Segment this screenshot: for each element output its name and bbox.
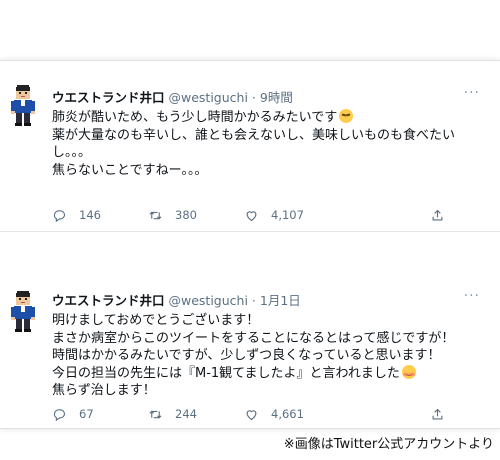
- retweet-count: 244: [175, 407, 197, 421]
- like-button[interactable]: 4,661: [244, 405, 304, 423]
- reply-count: 146: [79, 208, 101, 222]
- pensive-face-icon: [339, 109, 354, 123]
- tweet-text: 肺炎が酷いため、もう少し時間かかるみたいです 薬が大量なのも辛いし、誰とも会えな…: [52, 109, 482, 179]
- tweet-line: 薬が大量なのも辛いし、誰とも会えないし、美味しいものも食べたい: [52, 127, 456, 143]
- like-button[interactable]: 4,107: [244, 206, 304, 224]
- tweet-line: 焦らず治します！: [52, 383, 156, 398]
- reply-button[interactable]: 67: [52, 405, 94, 423]
- separator: ·: [251, 90, 256, 105]
- tweet-line: し。。。: [52, 145, 92, 160]
- retweet-icon: [149, 211, 162, 219]
- smiling-face-with-blush-icon: [401, 364, 416, 379]
- reply-icon: [53, 209, 66, 222]
- tweet-line: 肺炎が酷いため、もう少し時間かかるみたいです: [52, 110, 338, 125]
- tweet-text: 明けましておめでとうございます！ まさか病室からこのツイートをすることになるとは…: [52, 312, 482, 400]
- reply-button[interactable]: 146: [52, 206, 101, 224]
- tweet-line: 明けましておめでとうございます！: [52, 313, 260, 328]
- display-name[interactable]: ウエストランド井口: [52, 90, 165, 105]
- handle[interactable]: @westiguchi: [169, 293, 248, 308]
- tweet-feed: ウエストランド井口 @westiguchi · 9時間 ··· 肺炎が酷いため、…: [0, 60, 500, 429]
- separator: ·: [251, 293, 256, 308]
- handle[interactable]: @westiguchi: [169, 90, 248, 105]
- reply-icon: [53, 408, 66, 421]
- more-options-icon[interactable]: ···: [464, 85, 480, 101]
- retweet-button[interactable]: 380: [148, 206, 197, 224]
- tweet-header: ウエストランド井口 @westiguchi · 9時間: [52, 87, 293, 105]
- tweet-line: 時間はかかるみたいですが、少しずつ良くなっていると思います！: [52, 348, 441, 363]
- tweet-header: ウエストランド井口 @westiguchi · 1月1日: [52, 290, 301, 308]
- share-button[interactable]: [430, 206, 457, 224]
- heart-icon: [246, 210, 257, 221]
- heart-icon: [246, 409, 257, 420]
- more-options-icon[interactable]: ···: [464, 288, 480, 304]
- share-button[interactable]: [430, 405, 457, 423]
- reply-count: 67: [79, 407, 94, 421]
- retweet-count: 380: [175, 208, 197, 222]
- retweet-button[interactable]: 244: [148, 405, 197, 423]
- avatar[interactable]: [6, 289, 40, 333]
- avatar[interactable]: [6, 83, 40, 127]
- display-name[interactable]: ウエストランド井口: [52, 293, 165, 308]
- image-credit-caption: ※画像はTwitter公式アカウントより: [283, 437, 494, 452]
- timestamp[interactable]: 9時間: [260, 90, 293, 105]
- share-icon: [432, 209, 443, 220]
- tweet-line: 焦らないことですねー。。。: [52, 162, 208, 178]
- tweet[interactable]: ウエストランド井口 @westiguchi · 1月1日 ··· 明けましておめ…: [0, 231, 500, 429]
- tweet-line: まさか病室からこのツイートをすることになるとはって感じですが！: [52, 330, 455, 346]
- retweet-icon: [149, 410, 162, 418]
- share-icon: [432, 408, 443, 419]
- tweet[interactable]: ウエストランド井口 @westiguchi · 9時間 ··· 肺炎が酷いため、…: [0, 61, 500, 231]
- timestamp[interactable]: 1月1日: [260, 293, 301, 308]
- like-count: 4,107: [271, 208, 304, 222]
- like-count: 4,661: [271, 407, 304, 421]
- tweet-line: 今日の担当の先生には『M-1観てましたよ』と言われました: [52, 365, 400, 381]
